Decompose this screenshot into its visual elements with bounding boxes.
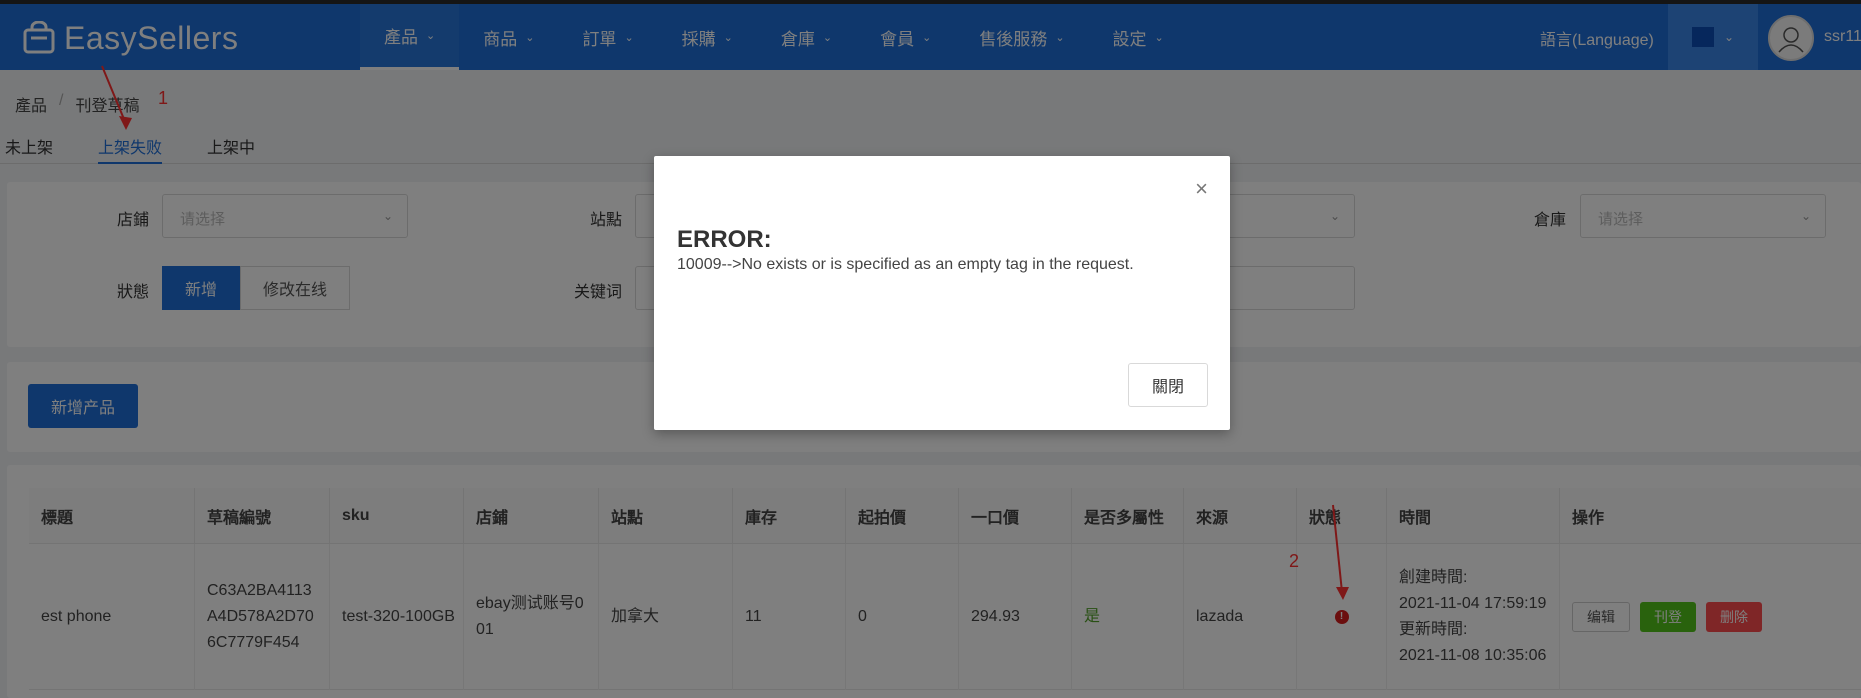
close-icon[interactable]: × bbox=[1195, 176, 1208, 202]
dialog-title: ERROR: bbox=[677, 226, 772, 253]
dialog-message: 10009-->No exists or is specified as an … bbox=[677, 256, 1134, 273]
close-dialog-button[interactable]: 關閉 bbox=[1128, 363, 1208, 407]
error-dialog: × ERROR: 10009-->No exists or is specifi… bbox=[654, 156, 1230, 430]
